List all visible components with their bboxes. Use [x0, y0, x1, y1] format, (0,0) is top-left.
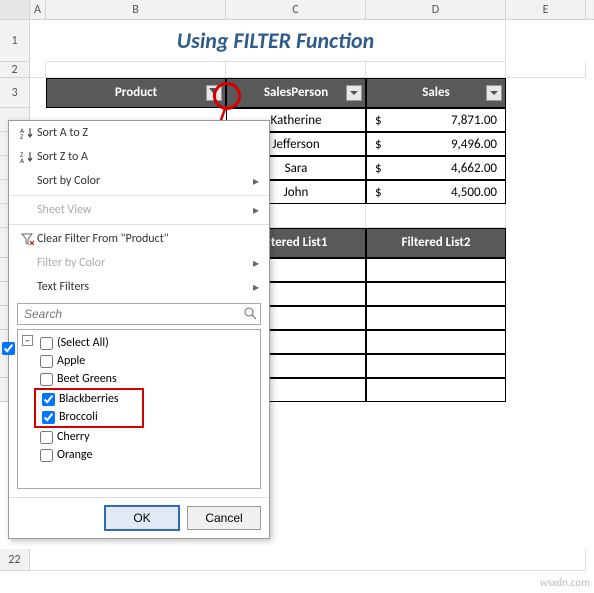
empty-cell[interactable]	[366, 282, 506, 306]
menu-filter-color: Filter by Color ▸	[9, 251, 269, 275]
menu-sort-za-label: Sort Z to A	[37, 150, 259, 164]
filter-buttons: OK Cancel	[9, 497, 269, 538]
header-filtered2-label: Filtered List2	[401, 235, 470, 250]
checkbox[interactable]	[42, 411, 55, 424]
ok-button[interactable]: OK	[105, 506, 179, 530]
menu-clear-filter[interactable]: Clear Filter From "Product"	[9, 227, 269, 251]
filter-item-blackberries[interactable]: Blackberries	[36, 390, 142, 408]
select-all-corner[interactable]	[0, 0, 30, 19]
menu-text-filters[interactable]: Text Filters ▸	[9, 275, 269, 299]
row-header-3[interactable]: 3	[0, 78, 30, 108]
cell-sales[interactable]: $9,496.00	[366, 132, 506, 156]
header-product: Product	[46, 78, 226, 108]
col-header-a[interactable]: A	[30, 0, 46, 19]
clear-filter-icon	[17, 232, 37, 246]
cell-sales[interactable]: $4,500.00	[366, 180, 506, 204]
menu-sort-az-label: Sort A to Z	[37, 126, 259, 140]
tree-collapse-icon[interactable]: −	[22, 335, 33, 346]
checkbox[interactable]	[40, 355, 53, 368]
page-title: Using FILTER Function	[46, 20, 506, 62]
cell-sales[interactable]: $4,662.00	[366, 156, 506, 180]
row-header-22[interactable]: 22	[0, 549, 30, 571]
filter-item-orange[interactable]: Orange	[18, 446, 260, 464]
col-header-b[interactable]: B	[46, 0, 226, 19]
menu-filter-color-label: Filter by Color	[37, 256, 253, 270]
filter-dropdown: AZ Sort A to Z ZA Sort Z to A Sort by Co…	[8, 120, 270, 539]
chevron-right-icon: ▸	[253, 174, 259, 189]
empty-cell[interactable]	[366, 258, 506, 282]
filter-item-beetgreens[interactable]: Beet Greens	[18, 370, 260, 388]
sort-za-icon: ZA	[17, 150, 37, 164]
header-sales-label: Sales	[422, 85, 450, 100]
chevron-right-icon: ▸	[253, 280, 259, 295]
chevron-right-icon: ▸	[253, 203, 259, 218]
checkbox[interactable]	[40, 431, 53, 444]
col-header-e[interactable]: E	[506, 0, 586, 19]
header-filtered2: Filtered List2	[366, 228, 506, 258]
empty-cell[interactable]	[366, 354, 506, 378]
menu-sort-color[interactable]: Sort by Color ▸	[9, 169, 269, 193]
svg-text:A: A	[20, 156, 25, 164]
filter-search-input[interactable]	[17, 303, 261, 325]
checkbox[interactable]	[40, 449, 53, 462]
menu-text-filters-label: Text Filters	[37, 280, 253, 294]
header-salesperson-label: SalesPerson	[264, 85, 328, 100]
filter-checklist[interactable]: − (Select All) Apple Beet Greens Blackbe…	[17, 329, 261, 489]
menu-sort-za[interactable]: ZA Sort Z to A	[9, 145, 269, 169]
chevron-right-icon: ▸	[253, 256, 259, 271]
cell-sales[interactable]: $7,871.00	[366, 108, 506, 132]
header-salesperson: SalesPerson	[226, 78, 366, 108]
col-header-d[interactable]: D	[366, 0, 506, 19]
header-filtered1-label: iltered List1	[264, 235, 327, 250]
row-22: 22	[0, 549, 586, 571]
filter-item-cherry[interactable]: Cherry	[18, 428, 260, 446]
row-header-2[interactable]: 2	[0, 62, 30, 78]
menu-sort-az[interactable]: AZ Sort A to Z	[9, 121, 269, 145]
sort-az-icon: AZ	[17, 126, 37, 140]
cancel-button[interactable]: Cancel	[187, 506, 261, 530]
filter-search	[17, 303, 261, 325]
menu-sheet-view: Sheet View ▸	[9, 198, 269, 222]
filter-button-product[interactable]	[206, 85, 222, 101]
checkbox[interactable]	[40, 337, 53, 350]
search-icon	[243, 306, 257, 324]
menu-clear-label: Clear Filter From "Product"	[37, 232, 259, 246]
header-product-label: Product	[115, 85, 157, 100]
empty-cell[interactable]	[366, 306, 506, 330]
filter-button-salesperson[interactable]	[346, 85, 362, 101]
checkbox[interactable]	[42, 393, 55, 406]
filter-item-apple[interactable]: Apple	[18, 352, 260, 370]
filter-button-sales[interactable]	[486, 85, 502, 101]
filter-item-selectall[interactable]: (Select All)	[18, 334, 260, 352]
empty-cell[interactable]	[366, 378, 506, 402]
col-header-c[interactable]: C	[226, 0, 366, 19]
column-headers: A B C D E	[0, 0, 594, 20]
checkbox[interactable]	[40, 373, 53, 386]
empty-cell[interactable]	[366, 330, 506, 354]
filter-item-broccoli[interactable]: Broccoli	[36, 408, 142, 426]
outer-checkbox[interactable]	[2, 342, 15, 355]
menu-sheet-view-label: Sheet View	[37, 203, 253, 217]
header-sales: Sales	[366, 78, 506, 108]
row-header-1[interactable]: 1	[0, 20, 30, 62]
watermark: wsxdn.com	[540, 576, 590, 589]
menu-sort-color-label: Sort by Color	[37, 174, 253, 188]
